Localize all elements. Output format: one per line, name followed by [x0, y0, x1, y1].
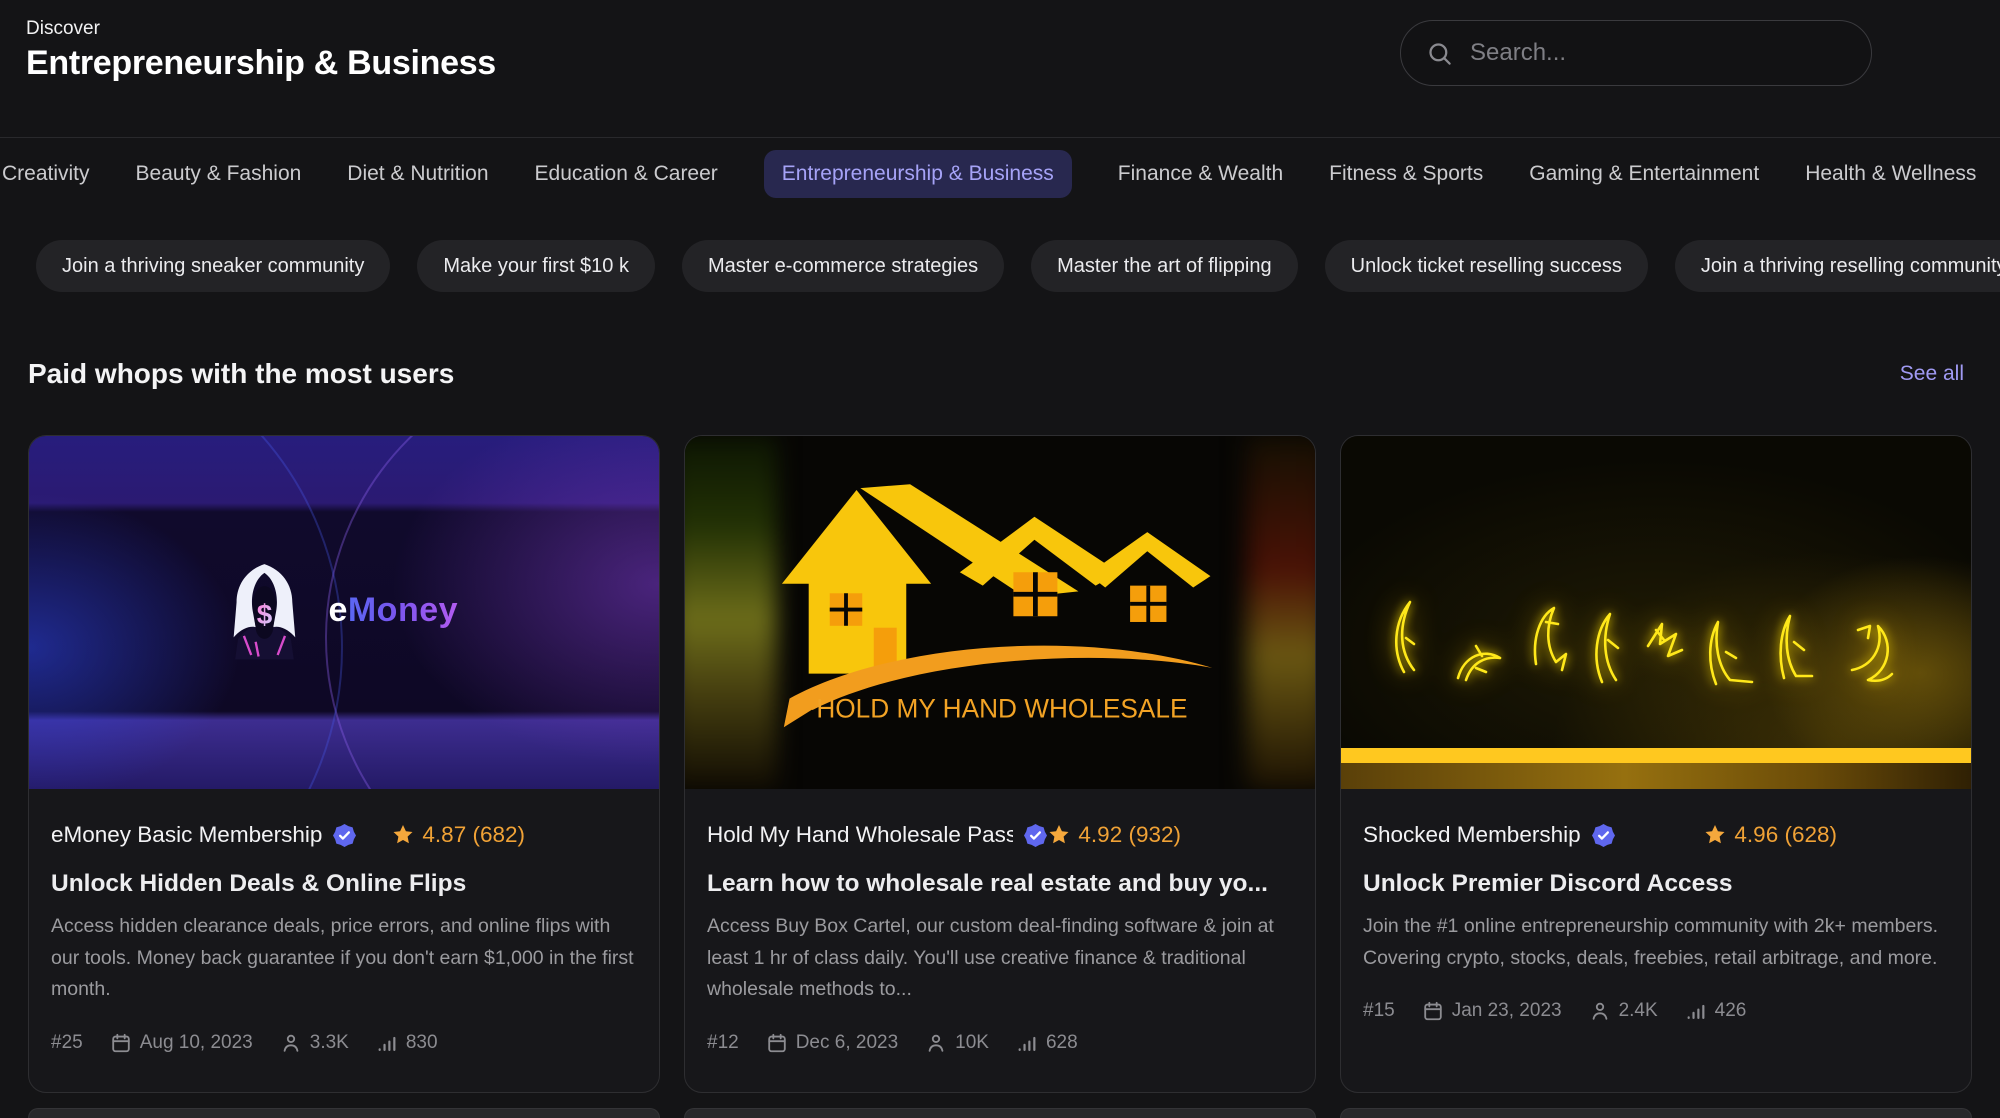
- search-icon: [1426, 40, 1453, 67]
- star-icon: [391, 823, 415, 847]
- houses-logo-icon: HOLD MY HAND WHOLESALE: [780, 476, 1220, 744]
- date-stat: Dec 6, 2023: [766, 1032, 898, 1054]
- rank-stat: #25: [51, 1032, 83, 1054]
- suggestion-pill[interactable]: Master the art of flipping: [1031, 240, 1298, 292]
- banner-yellow-bar: [1341, 748, 1971, 763]
- whop-headline: Unlock Premier Discord Access: [1363, 870, 1949, 898]
- tab-fitness-sports[interactable]: Fitness & Sports: [1329, 162, 1483, 186]
- tab-gaming-entertainment[interactable]: Gaming & Entertainment: [1529, 162, 1759, 186]
- suggestion-pill[interactable]: Make your first $10 k: [417, 240, 655, 292]
- activity-stat: 628: [1016, 1032, 1078, 1054]
- category-tabs: Creativity Beauty & Fashion Diet & Nutri…: [2, 148, 2000, 200]
- banner-brown-bar: [1341, 763, 1971, 789]
- emoney-banner-image: $ eMoney: [29, 436, 659, 789]
- next-row-card-top[interactable]: [28, 1108, 660, 1118]
- star-icon: [1047, 823, 1071, 847]
- whop-name: Hold My Hand Wholesale Pass: [707, 822, 1013, 848]
- next-row-card-top[interactable]: [1340, 1108, 1972, 1118]
- svg-text:$: $: [257, 599, 273, 630]
- svg-text:HOLD MY HAND WHOLESALE: HOLD MY HAND WHOLESALE: [816, 693, 1187, 723]
- whop-headline: Learn how to wholesale real estate and b…: [707, 870, 1293, 898]
- whop-description: Join the #1 online entrepreneurship comm…: [1363, 911, 1949, 974]
- emoney-logo: $ eMoney: [220, 561, 458, 661]
- whop-name: Shocked Membership: [1363, 822, 1581, 848]
- whop-headline: Unlock Hidden Deals & Online Flips: [51, 870, 637, 898]
- suggestion-pill[interactable]: Unlock ticket reselling success: [1325, 240, 1648, 292]
- chart-icon: [1685, 1000, 1707, 1022]
- wholesale-logo: HOLD MY HAND WHOLESALE: [780, 476, 1220, 749]
- hooded-figure-icon: $: [220, 561, 308, 661]
- whop-stats: #15 Jan 23, 2023 2.4K 426: [1363, 1000, 1949, 1022]
- see-all-link[interactable]: See all: [1900, 362, 1964, 386]
- whop-name: eMoney Basic Membership: [51, 822, 322, 848]
- rating-value: 4.96 (628): [1734, 822, 1837, 848]
- rating-value: 4.87 (682): [422, 822, 525, 848]
- page-title: Entrepreneurship & Business: [26, 44, 496, 83]
- paid-whops-row: $ eMoney eMoney Basic Membership 4.87 (6…: [28, 435, 1972, 1093]
- chart-icon: [1016, 1032, 1038, 1054]
- whop-description: Access hidden clearance deals, price err…: [51, 911, 637, 1006]
- date-stat: Aug 10, 2023: [110, 1032, 253, 1054]
- suggestion-pill[interactable]: Join a thriving sneaker community: [36, 240, 390, 292]
- calendar-icon: [1422, 1000, 1444, 1022]
- shocked-banner-image: [1341, 436, 1971, 789]
- rank-stat: #15: [1363, 1000, 1395, 1022]
- header-divider: [0, 137, 2000, 138]
- members-stat: 10K: [925, 1032, 989, 1054]
- calendar-icon: [766, 1032, 788, 1054]
- rating-value: 4.92 (932): [1078, 822, 1181, 848]
- members-stat: 3.3K: [280, 1032, 349, 1054]
- verified-badge-icon: [1024, 824, 1047, 847]
- next-row-card-top[interactable]: [684, 1108, 1316, 1118]
- date-stat: Jan 23, 2023: [1422, 1000, 1562, 1022]
- whop-card-shocked[interactable]: Shocked Membership 4.96 (628) Unlock Pre…: [1340, 435, 1972, 1093]
- whop-card-emoney[interactable]: $ eMoney eMoney Basic Membership 4.87 (6…: [28, 435, 660, 1093]
- calendar-icon: [110, 1032, 132, 1054]
- rating: 4.96 (628): [1703, 822, 1837, 848]
- tab-health-wellness[interactable]: Health & Wellness: [1805, 162, 1976, 186]
- banner-left-glow: [685, 436, 777, 789]
- tab-creativity[interactable]: Creativity: [2, 162, 90, 186]
- tab-education-career[interactable]: Education & Career: [535, 162, 718, 186]
- suggestion-pill[interactable]: Join a thriving reselling community: [1675, 240, 2000, 292]
- user-icon: [925, 1032, 947, 1054]
- user-icon: [280, 1032, 302, 1054]
- rank-stat: #12: [707, 1032, 739, 1054]
- rating: 4.87 (682): [391, 822, 525, 848]
- tab-entrepreneurship-business[interactable]: Entrepreneurship & Business: [764, 150, 1072, 198]
- members-stat: 2.4K: [1589, 1000, 1658, 1022]
- discover-eyebrow: Discover: [26, 18, 100, 40]
- star-icon: [1703, 823, 1727, 847]
- search-input[interactable]: [1468, 38, 1846, 68]
- section-title: Paid whops with the most users: [28, 358, 454, 390]
- electric-text-icon: [1386, 586, 1926, 706]
- suggestion-pills: Join a thriving sneaker community Make y…: [36, 240, 2000, 292]
- tab-beauty-fashion[interactable]: Beauty & Fashion: [136, 162, 302, 186]
- search-bar[interactable]: [1400, 20, 1872, 86]
- whop-description: Access Buy Box Cartel, our custom deal-f…: [707, 911, 1293, 1006]
- user-icon: [1589, 1000, 1611, 1022]
- tab-diet-nutrition[interactable]: Diet & Nutrition: [347, 162, 488, 186]
- rating: 4.92 (932): [1047, 822, 1181, 848]
- whop-card-hold-my-hand[interactable]: HOLD MY HAND WHOLESALE Hold My Hand Whol…: [684, 435, 1316, 1093]
- banner-right-glow: [1247, 436, 1315, 789]
- activity-stat: 830: [376, 1032, 438, 1054]
- wholesale-banner-image: HOLD MY HAND WHOLESALE: [685, 436, 1315, 789]
- verified-badge-icon: [1592, 824, 1615, 847]
- chart-icon: [376, 1032, 398, 1054]
- emoney-wordmark: eMoney: [328, 591, 458, 630]
- tab-finance-wealth[interactable]: Finance & Wealth: [1118, 162, 1283, 186]
- whop-stats: #12 Dec 6, 2023 10K 628: [707, 1032, 1293, 1054]
- verified-badge-icon: [333, 824, 356, 847]
- activity-stat: 426: [1685, 1000, 1747, 1022]
- whop-stats: #25 Aug 10, 2023 3.3K 830: [51, 1032, 637, 1054]
- suggestion-pill[interactable]: Master e-commerce strategies: [682, 240, 1004, 292]
